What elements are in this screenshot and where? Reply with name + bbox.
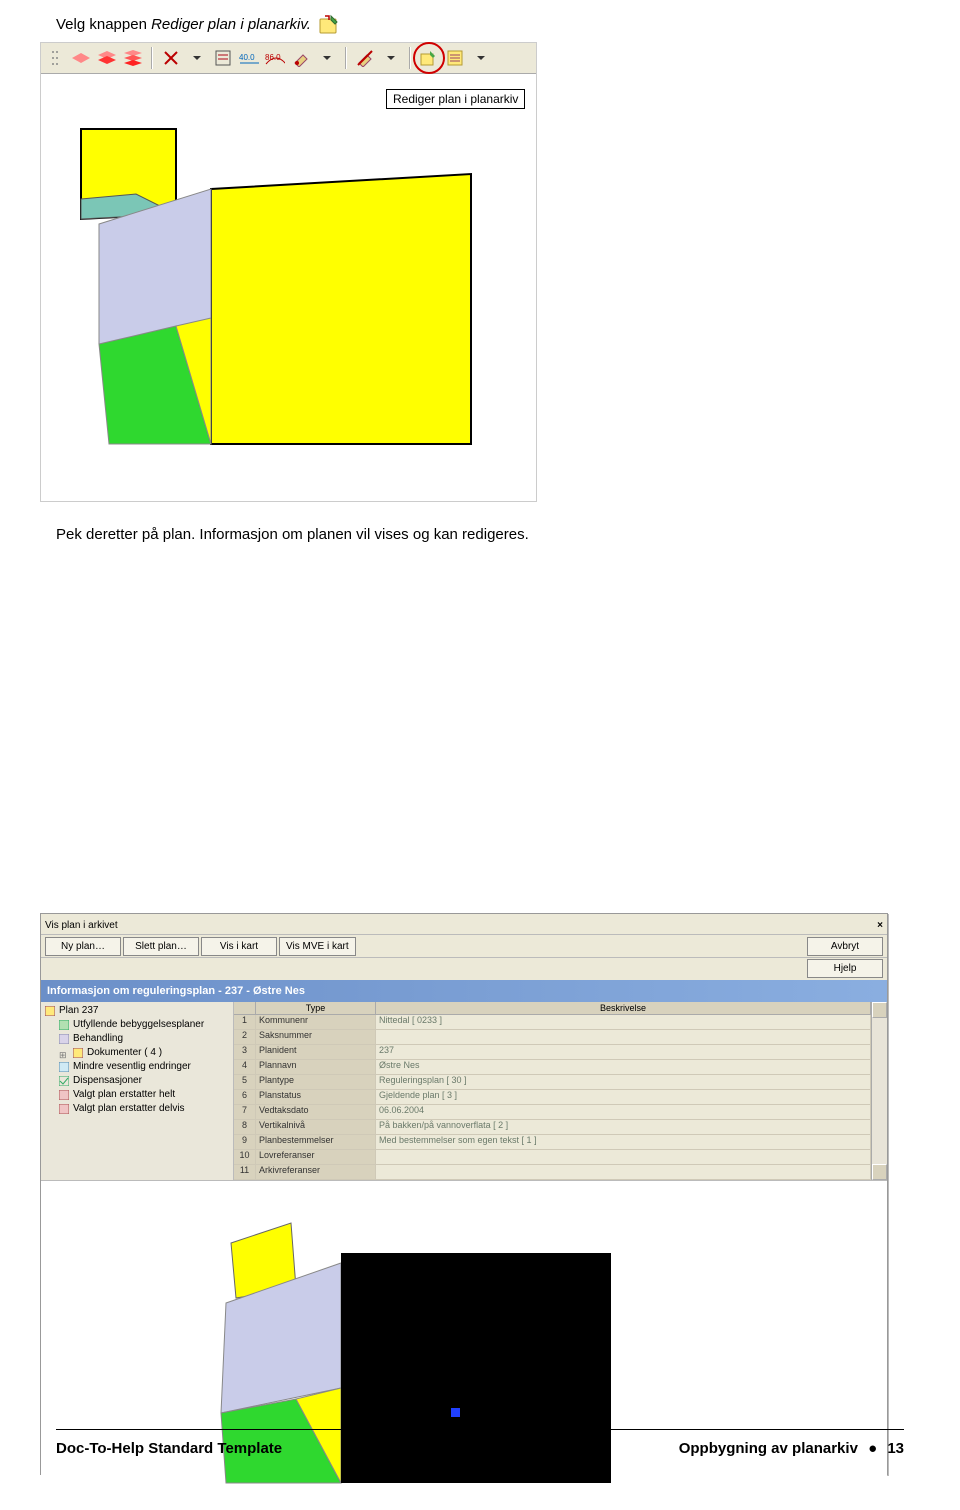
intro-command: Rediger plan i planarkiv. [151,16,311,33]
grid-row[interactable]: 8VertikalnivåPå bakken/på vannoverflata … [234,1120,871,1135]
plan-edit-highlighted-icon[interactable] [419,48,439,68]
scroll-down-icon[interactable] [872,1164,887,1180]
body-text-2: Pek deretter på plan. Informasjon om pla… [56,526,904,543]
toolbar-grip-icon [45,48,65,68]
delete-plan-button[interactable]: Slett plan… [123,937,199,956]
toolbar-dropdown4-icon[interactable] [471,48,491,68]
grid-row[interactable]: 6PlanstatusGjeldende plan [ 3 ] [234,1090,871,1105]
intro-prefix: Velg knappen [56,16,151,33]
plan-tree[interactable]: Plan 237 Utfyllende bebyggelsesplaner Be… [41,1002,234,1180]
tree-item[interactable]: Behandling [45,1032,229,1046]
footer-section: Oppbygning av planarkiv ● 13 [679,1440,904,1457]
cancel-button[interactable]: Avbryt [807,937,883,956]
grid-row[interactable]: 3Planident237 [234,1045,871,1060]
grid-row[interactable]: 1KommunenrNittedal [ 0233 ] [234,1015,871,1030]
toolbar-list-icon[interactable] [445,48,465,68]
tree-item[interactable]: Utfyllende bebyggelsesplaner [45,1018,229,1032]
plan-edit-icon [319,14,341,36]
intro-text: Velg knappen Rediger plan i planarkiv. [56,14,904,36]
tree-item[interactable]: Valgt plan erstatter helt [45,1088,229,1102]
svg-text:86.0: 86.0 [265,53,281,62]
toolbar-dropdown2-icon[interactable] [317,48,337,68]
dialog-button-row: Ny plan… Slett plan… Vis i kart Vis MVE … [41,935,887,958]
scroll-up-icon[interactable] [872,1002,887,1018]
grid-row[interactable]: 11Arkivreferanser [234,1165,871,1180]
new-plan-button[interactable]: Ny plan… [45,937,121,956]
tree-item[interactable]: Valgt plan erstatter delvis [45,1102,229,1116]
grid-row[interactable]: 9PlanbestemmelserMed bestemmelser som eg… [234,1135,871,1150]
grid-row[interactable]: 2Saksnummer [234,1030,871,1045]
toolbar-separator [151,47,153,69]
show-in-map-button[interactable]: Vis i kart [201,937,277,956]
toolbar-dim2-icon[interactable]: 86.0 [265,48,285,68]
map-canvas-1 [41,74,536,502]
toolbar-dim-icon[interactable]: 40.0 [239,48,259,68]
vertical-scrollbar[interactable] [871,1002,887,1180]
plan-info-grid[interactable]: Type Beskrivelse 1KommunenrNittedal [ 02… [234,1002,871,1180]
close-icon[interactable]: × [877,920,883,931]
tree-item[interactable]: Dispensasjoner [45,1074,229,1088]
page-footer: Doc-To-Help Standard Template Oppbygning… [56,1429,904,1457]
grid-header: Type Beskrivelse [234,1002,871,1015]
grid-row[interactable]: 4PlannavnØstre Nes [234,1060,871,1075]
toolbar-paint-icon[interactable] [291,48,311,68]
app-toolbar: 40.0 86.0 [41,43,536,74]
screenshot-plan-info-dialog: Vis plan i arkivet × Ny plan… Slett plan… [40,913,888,1475]
toolbar-form-icon[interactable] [213,48,233,68]
grid-row[interactable]: 10Lovreferanser [234,1150,871,1165]
toolbar-cut-icon[interactable] [161,48,181,68]
tree-item[interactable]: Mindre vesentlig endringer [45,1060,229,1074]
grid-row[interactable]: 7Vedtaksdato06.06.2004 [234,1105,871,1120]
toolbar-layer2-icon[interactable] [97,48,117,68]
screenshot-toolbar-map: 40.0 86.0 Rediger plan i planarkiv [40,42,537,502]
dialog-top-bar: Vis plan i arkivet × [41,914,887,935]
toolbar-nopaint-icon[interactable] [355,48,375,68]
tree-root[interactable]: Plan 237 [45,1004,229,1018]
toolbar-separator [345,47,347,69]
toolbar-dropdown-icon[interactable] [187,48,207,68]
show-mve-in-map-button[interactable]: Vis MVE i kart [279,937,356,956]
toolbar-layer1-icon[interactable] [71,48,91,68]
dialog-top-title: Vis plan i arkivet [45,920,118,931]
toolbar-dropdown3-icon[interactable] [381,48,401,68]
toolbar-separator [409,47,411,69]
dialog-subtitle: Informasjon om reguleringsplan - 237 - Ø… [41,980,887,1002]
tree-item[interactable]: ⊞Dokumenter ( 4 ) [45,1046,229,1060]
grid-row[interactable]: 5PlantypeReguleringsplan [ 30 ] [234,1075,871,1090]
help-button[interactable]: Hjelp [807,959,883,978]
toolbar-layer3-icon[interactable] [123,48,143,68]
svg-text:40.0: 40.0 [239,53,255,62]
footer-template-name: Doc-To-Help Standard Template [56,1440,282,1457]
